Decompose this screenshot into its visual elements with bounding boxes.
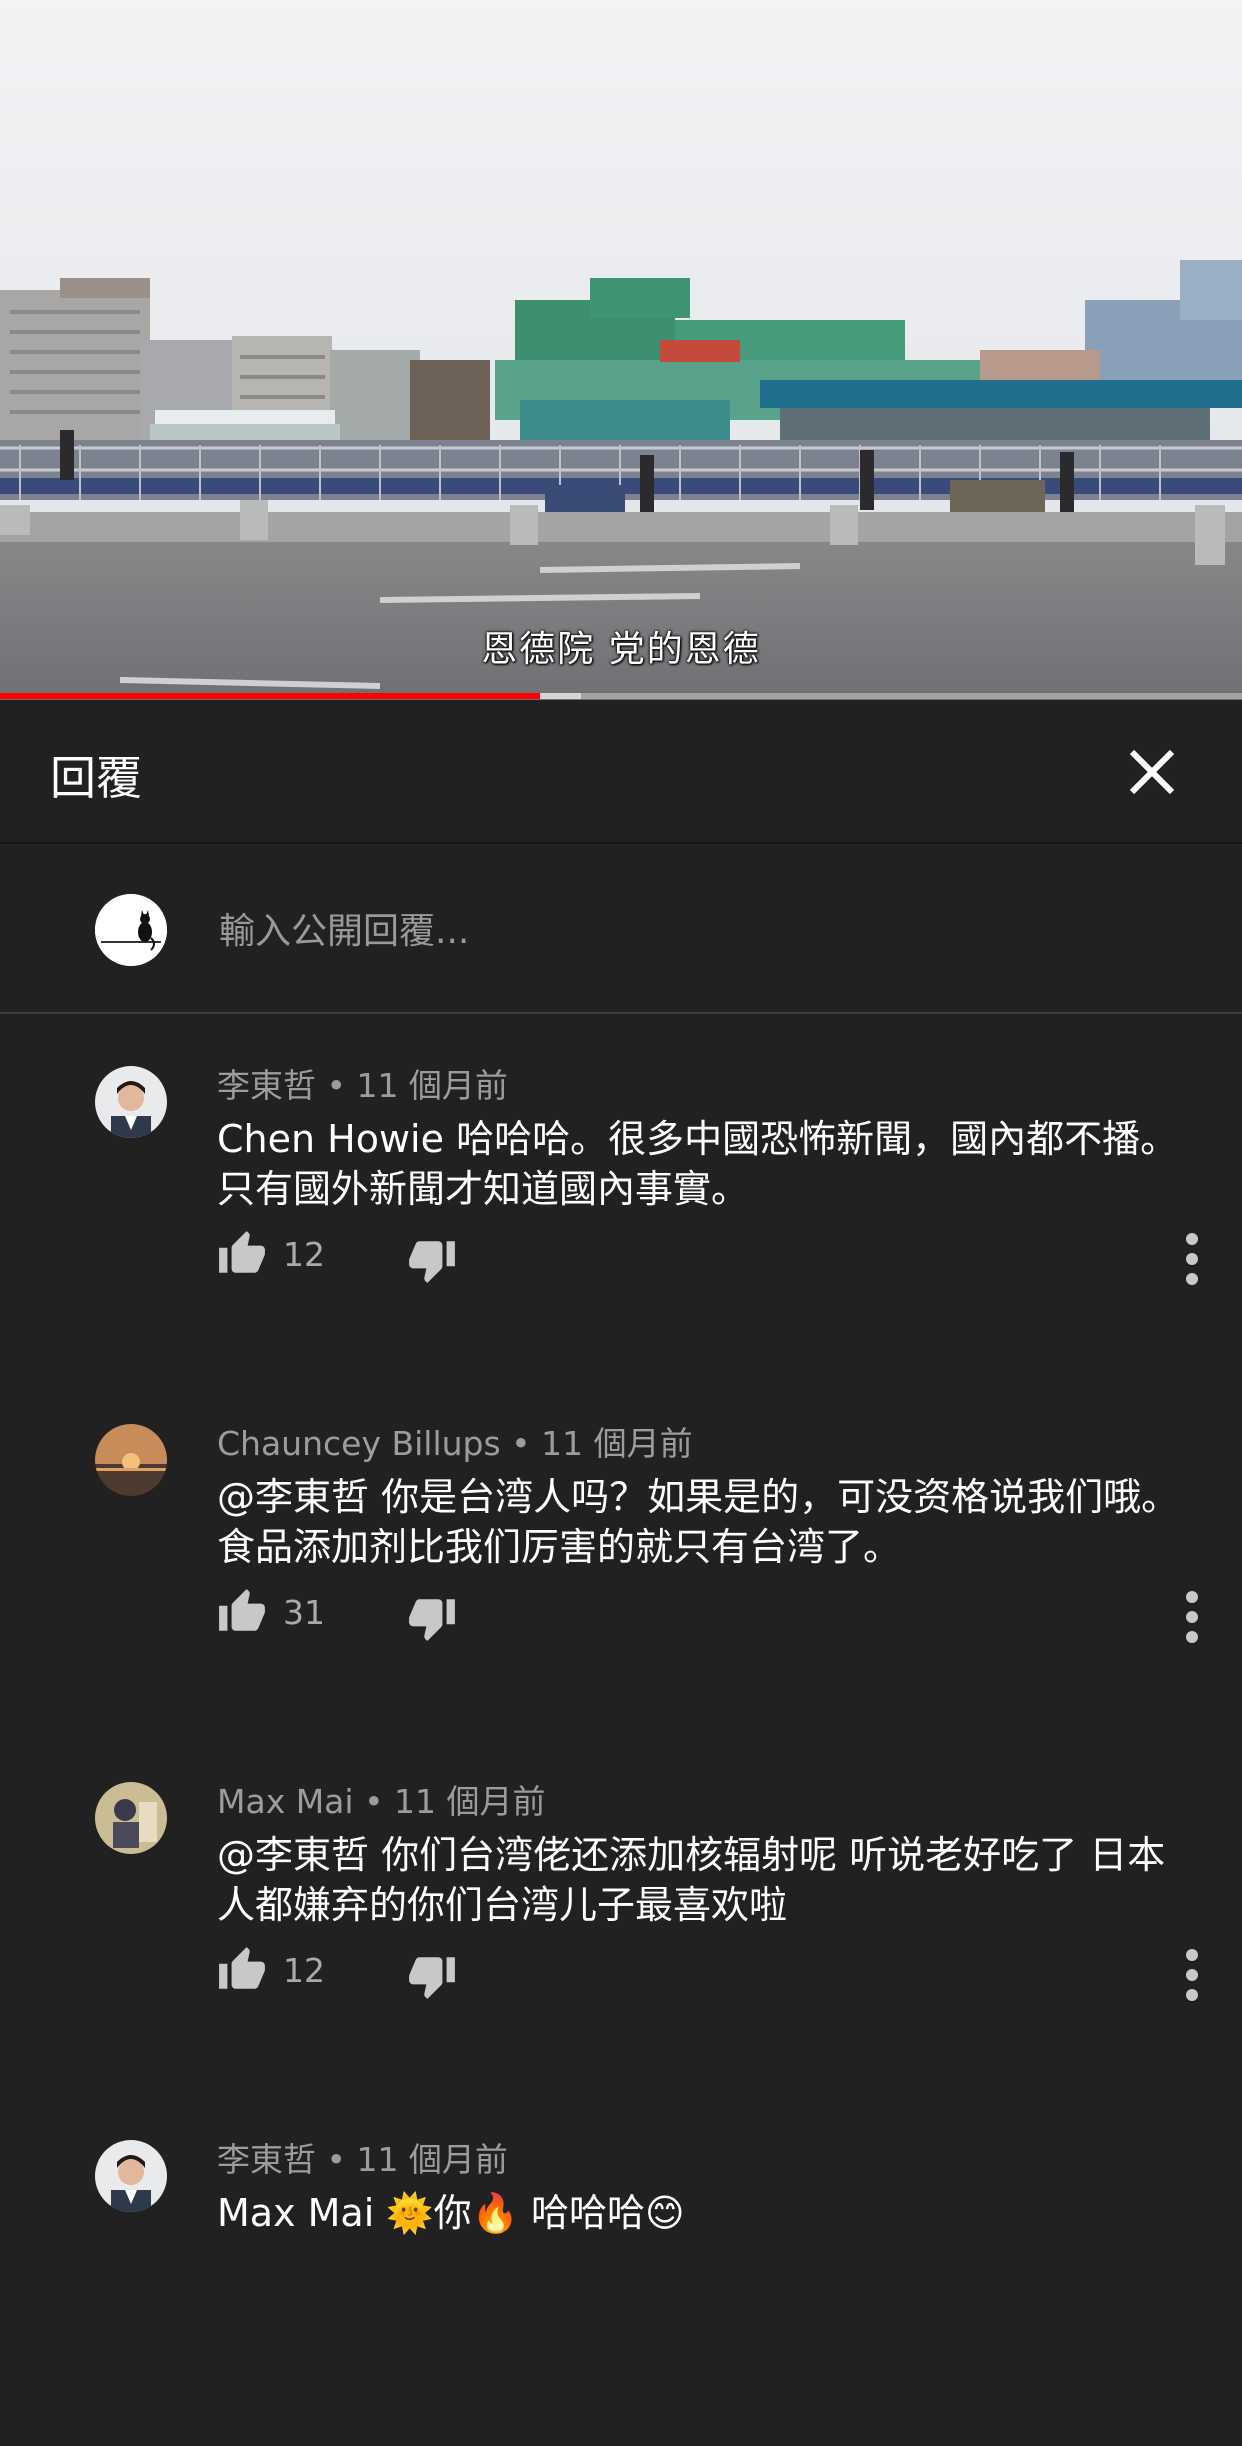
- dislike-button[interactable]: [407, 1235, 457, 1285]
- comment-meta: 李東哲 • 11 個月前: [217, 1066, 508, 1105]
- thumbs-down-icon: [409, 1957, 455, 1999]
- video-subtitle: 恩德院 党的恩德: [481, 629, 761, 670]
- more-vert-icon: [1186, 1591, 1198, 1643]
- dislike-button[interactable]: [407, 1593, 457, 1643]
- comment-item: 李東哲 • 11 個月前 Chen Howie 哈哈哈。很多中國恐怖新聞，國內都…: [0, 1014, 1242, 1372]
- thumbs-up-icon: [219, 1231, 265, 1273]
- dislike-button[interactable]: [407, 1951, 457, 2001]
- comment-item: Max Mai • 11 個月前 @李東哲 你们台湾佬还添加核辐射呢 听说老好吃…: [0, 1730, 1242, 2088]
- drawing-avatar-icon: [95, 1782, 167, 1854]
- comment-text: Max Mai 🌞你🔥 哈哈哈😊: [217, 2191, 685, 2235]
- like-count: 12: [283, 1951, 325, 1990]
- more-vert-icon: [1186, 1233, 1198, 1285]
- thumbs-down-icon: [409, 1599, 455, 1641]
- like-count: 31: [283, 1593, 325, 1632]
- comment-text: @李東哲 你们台湾佬还添加核辐射呢 听说老好吃了 日本人都嫌弃的你们台湾儿子最喜…: [217, 1833, 1166, 1927]
- user-avatar-icon: [95, 2140, 167, 2212]
- like-count: 12: [283, 1235, 325, 1274]
- comment-actions: 31: [217, 1587, 1207, 1657]
- comment-meta: 李東哲 • 11 個月前: [217, 2140, 508, 2179]
- avatar[interactable]: [95, 2140, 167, 2212]
- video-player[interactable]: 恩德院 党的恩德: [0, 0, 1242, 700]
- thumbs-up-icon: [219, 1589, 265, 1631]
- avatar[interactable]: [95, 1424, 167, 1496]
- more-options-button[interactable]: [1177, 1229, 1207, 1289]
- avatar[interactable]: [95, 1066, 167, 1138]
- user-avatar-icon: [95, 1066, 167, 1138]
- progress-played: [0, 693, 541, 699]
- panel-title: 回覆: [50, 751, 142, 805]
- like-button[interactable]: [217, 1945, 267, 1995]
- comment-item: 李東哲 • 11 個月前 Max Mai 🌞你🔥 哈哈哈😊: [0, 2088, 1242, 2446]
- avatar: [95, 894, 167, 966]
- close-button[interactable]: [1120, 740, 1184, 804]
- more-options-button[interactable]: [1177, 1945, 1207, 2005]
- video-frame: [0, 0, 1242, 700]
- like-button[interactable]: [217, 1587, 267, 1637]
- progress-bar[interactable]: [0, 693, 1242, 699]
- thumbs-down-icon: [409, 1241, 455, 1283]
- comment-meta: Chauncey Billups • 11 個月前: [217, 1424, 693, 1463]
- comment-actions: 12: [217, 1229, 1207, 1299]
- comment-text: @李東哲 你是台湾人吗？如果是的，可没资格说我们哦。食品添加剂比我们厉害的就只有…: [217, 1475, 1180, 1569]
- comment-meta: Max Mai • 11 個月前: [217, 1782, 546, 1821]
- comment-item: Chauncey Billups • 11 個月前 @李東哲 你是台湾人吗？如果…: [0, 1372, 1242, 1730]
- more-vert-icon: [1186, 1949, 1198, 2001]
- cat-avatar-icon: [95, 894, 167, 966]
- thumbs-up-icon: [219, 1947, 265, 1989]
- close-icon: [1129, 749, 1175, 795]
- replies-header: 回覆: [0, 700, 1242, 844]
- more-options-button[interactable]: [1177, 1587, 1207, 1647]
- comment-actions: 12: [217, 1945, 1207, 2015]
- like-button[interactable]: [217, 1229, 267, 1279]
- reply-composer: [0, 844, 1242, 1014]
- avatar[interactable]: [95, 1782, 167, 1854]
- reply-input[interactable]: [217, 894, 1201, 968]
- comment-text: Chen Howie 哈哈哈。很多中國恐怖新聞，國內都不播。只有國外新聞才知道國…: [217, 1117, 1179, 1211]
- sunset-avatar-icon: [95, 1424, 167, 1496]
